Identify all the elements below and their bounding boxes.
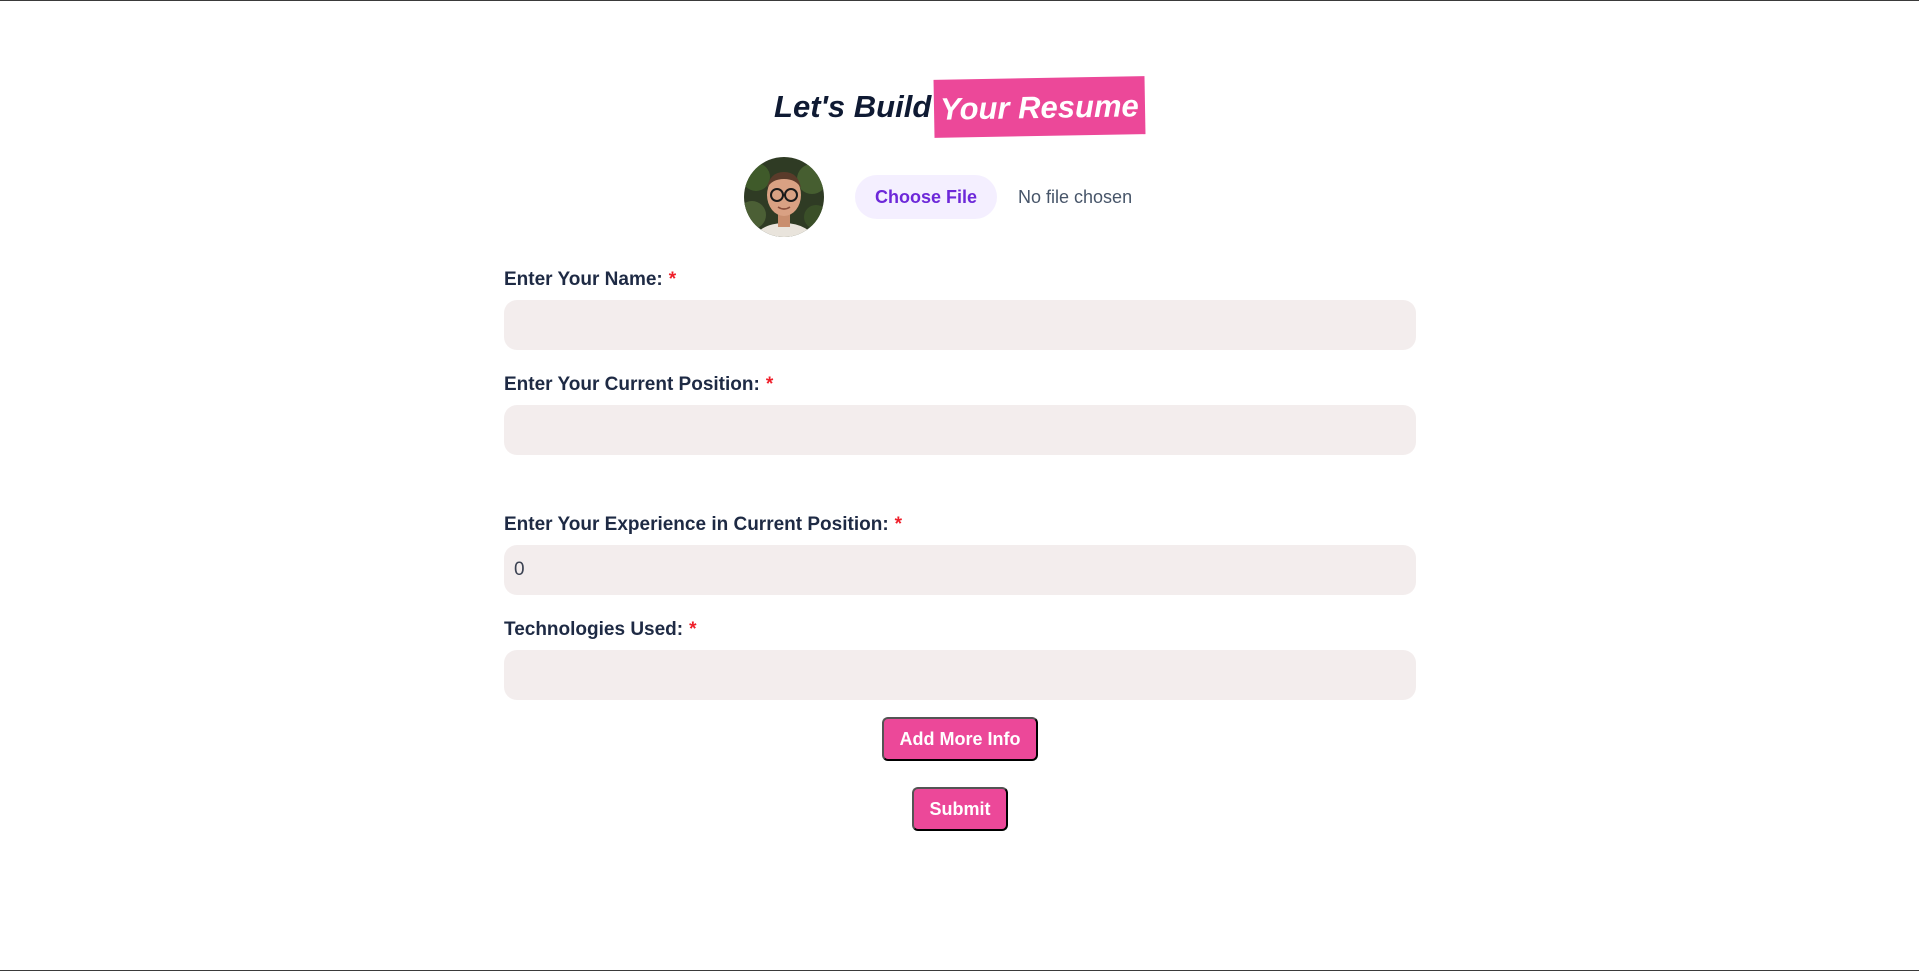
submit-button[interactable]: Submit (912, 787, 1008, 831)
experience-input[interactable]: 0 (504, 545, 1416, 595)
position-field-group: Enter Your Current Position: * (504, 371, 1416, 455)
technologies-input[interactable] (504, 650, 1416, 700)
name-label: Enter Your Name: * (504, 269, 677, 290)
choose-file-button[interactable]: Choose File (855, 175, 998, 219)
title-plain: Let's Build (774, 88, 932, 124)
required-marker: * (668, 269, 677, 290)
position-input[interactable] (504, 405, 1416, 455)
name-field-group: Enter Your Name: * (504, 266, 1416, 350)
experience-field-group: Enter Your Experience in Current Positio… (504, 511, 1416, 595)
page: Let's Build Your Resume Choose File No fi… (0, 0, 1919, 971)
file-status-text: No file chosen (1018, 186, 1133, 207)
required-marker: * (689, 619, 697, 640)
profile-photo-icon (744, 157, 824, 237)
required-marker: * (894, 514, 903, 535)
experience-label: Enter Your Experience in Current Positio… (504, 514, 903, 535)
position-label: Enter Your Current Position: * (504, 374, 774, 395)
technologies-label: Technologies Used: * (504, 619, 697, 640)
name-input[interactable] (504, 300, 1416, 350)
photo-upload-row: Choose File No file chosen (744, 156, 1132, 238)
avatar (744, 157, 824, 237)
add-more-info-button[interactable]: Add More Info (882, 717, 1038, 761)
title-highlight: Your Resume (933, 75, 1146, 138)
required-marker: * (765, 374, 774, 395)
technologies-field-group: Technologies Used: * (504, 616, 1416, 700)
page-title: Let's Build Your Resume (0, 75, 1919, 138)
